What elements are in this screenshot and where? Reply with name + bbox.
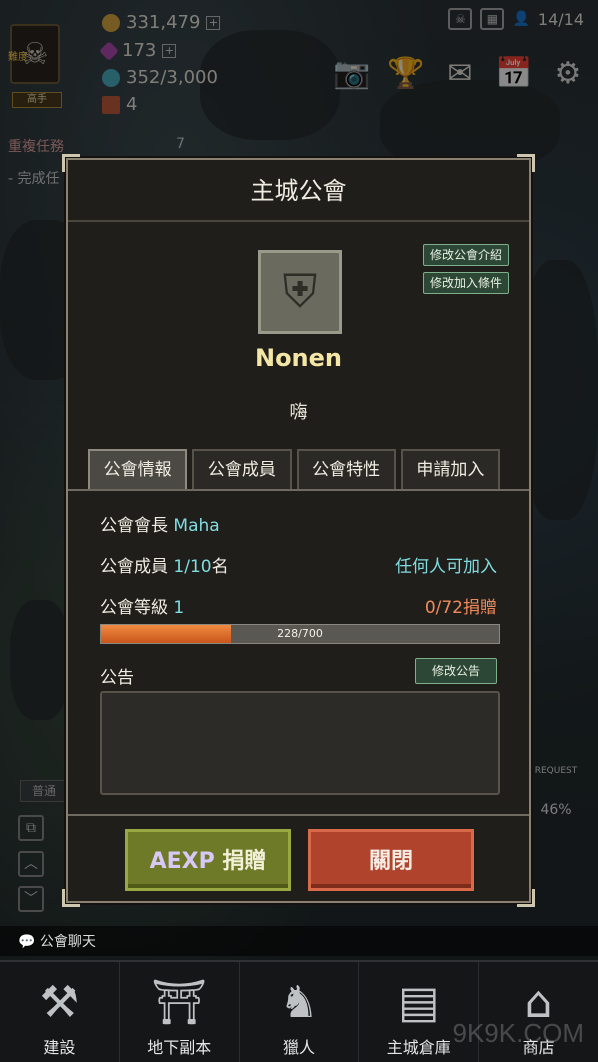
level-info: 公會等級 1: [100, 593, 184, 618]
guild-xp-text: 228/700: [277, 627, 323, 640]
level-value: 1: [173, 598, 185, 618]
close-button[interactable]: 關閉: [308, 829, 474, 891]
warehouse-icon: ▤: [398, 977, 440, 1028]
members-unit: 名: [211, 557, 229, 577]
leader-name: Maha: [173, 516, 220, 536]
donation-progress: 0/72捐贈: [425, 593, 497, 618]
dungeon-icon: ⛩: [151, 977, 208, 1028]
guild-chat-bar[interactable]: 💬 公會聊天: [0, 926, 598, 956]
build-icon: ⚒: [39, 977, 80, 1028]
chat-bubble-icon: 💬: [18, 934, 36, 950]
nav-build[interactable]: ⚒ 建設: [0, 962, 120, 1062]
shield-crest-icon: ⛨: [282, 264, 318, 318]
dialog-title: 主城公會: [68, 160, 529, 222]
members-row: 公會成員 1/10名 任何人可加入: [100, 552, 497, 577]
members-label: 公會成員: [100, 557, 168, 577]
aexp-donate-button[interactable]: AEXP 捐贈: [125, 829, 291, 891]
level-row: 公會等級 1 0/72捐贈: [100, 593, 497, 618]
donate-label: 捐贈: [222, 849, 267, 874]
tab-join-requests[interactable]: 申請加入: [400, 449, 500, 489]
members-info: 公會成員 1/10名: [100, 552, 229, 577]
nav-label: 主城倉庫: [386, 1038, 451, 1057]
join-policy: 任何人可加入: [395, 557, 497, 577]
guild-xp-bar: 228/700: [100, 624, 500, 644]
nav-label: 地下副本: [147, 1038, 212, 1057]
aexp-label: AEXP: [149, 849, 215, 874]
nav-label: 獵人: [282, 1038, 315, 1057]
edit-join-conditions-button[interactable]: 修改加入條件: [422, 272, 509, 294]
nav-dungeon[interactable]: ⛩ 地下副本: [120, 962, 240, 1062]
leader-label: 公會會長: [100, 516, 168, 536]
tab-guild-traits[interactable]: 公會特性: [296, 449, 396, 489]
notice-label: 公告: [100, 668, 134, 688]
tab-guild-info[interactable]: 公會情報: [88, 449, 188, 489]
donation-unit: 捐贈: [463, 598, 497, 618]
frame-corner: [517, 154, 535, 172]
divider: [68, 814, 529, 816]
frame-corner: [62, 154, 80, 172]
leader-row: 公會會長 Maha: [100, 511, 497, 536]
frame-corner: [62, 889, 80, 907]
guild-description: 嗨: [289, 402, 308, 423]
members-value: 1/10: [173, 557, 212, 577]
guild-tabs: 公會情報 公會成員 公會特性 申請加入: [88, 449, 500, 489]
guild-name: Nonen: [254, 344, 343, 372]
edit-guild-intro-button[interactable]: 修改公會介紹: [422, 244, 509, 266]
guild-chat-label: 公會聊天: [39, 934, 96, 950]
guild-dialog: 主城公會 ⛨ 修改公會介紹 修改加入條件 Nonen 嗨 公會情報 公會成員 公…: [62, 154, 535, 907]
watermark-text: 9K9K.COM: [452, 1018, 585, 1048]
nav-hunter[interactable]: ♞ 獵人: [240, 962, 360, 1062]
frame-corner: [517, 889, 535, 907]
hunter-icon: ♞: [279, 977, 319, 1028]
tab-guild-members[interactable]: 公會成員: [192, 449, 292, 489]
leader-info: 公會會長 Maha: [100, 511, 220, 536]
divider: [68, 489, 529, 491]
notice-textarea[interactable]: [100, 691, 500, 795]
donation-value: 0/72: [424, 598, 463, 618]
nav-label: 建設: [43, 1038, 76, 1057]
guild-emblem: ⛨: [258, 250, 342, 334]
level-label: 公會等級: [100, 598, 168, 618]
edit-notice-button[interactable]: 修改公告: [414, 658, 497, 684]
